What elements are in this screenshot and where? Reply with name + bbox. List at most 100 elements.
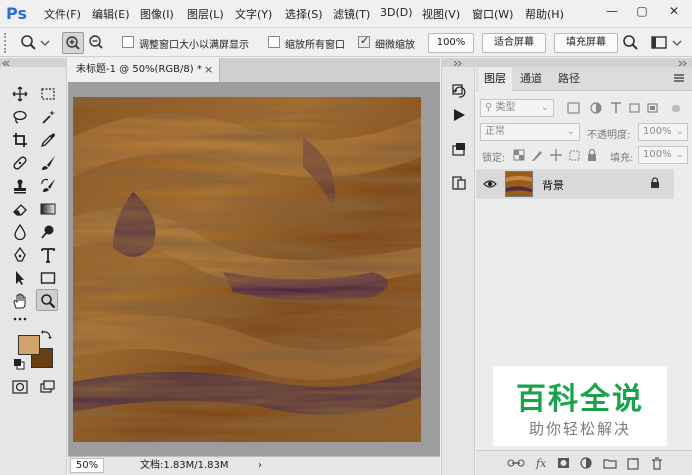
menu-layer[interactable]: 图层(L) xyxy=(187,6,224,22)
zoom-100-button[interactable]: 100% xyxy=(428,33,474,53)
quick-mask-icon[interactable] xyxy=(9,376,31,398)
status-bar: 50% 文档:1.83M/1.83M › xyxy=(68,456,440,475)
pen-tool-icon[interactable] xyxy=(9,244,31,266)
layer-filter-select[interactable]: ⚲ 类型 ⌄ xyxy=(480,99,554,117)
options-bar: 调整窗口大小以满屏显示 缩放所有窗口 细微缩放 100% 适合屏幕 填充屏幕 xyxy=(0,29,692,57)
workspace-icon[interactable] xyxy=(648,32,670,54)
menu-window[interactable]: 窗口(W) xyxy=(472,6,513,22)
properties-panel-icon[interactable] xyxy=(448,138,470,160)
blur-tool-icon[interactable] xyxy=(9,221,31,243)
fill-field[interactable]: 100% ⌄ xyxy=(638,146,688,164)
layers-bottom-bar: fx xyxy=(476,450,692,475)
tab-channels[interactable]: 通道 xyxy=(514,67,548,91)
menu-help[interactable]: 帮助(H) xyxy=(525,6,564,22)
marquee-tool-icon[interactable] xyxy=(37,83,59,105)
blend-mode-select[interactable]: 正常 ⌄ xyxy=(480,123,580,141)
menu-file[interactable]: 文件(F) xyxy=(44,6,81,22)
scrubby-zoom-label: 细微缩放 xyxy=(375,40,415,51)
fill-screen-button[interactable]: 填充屏幕 xyxy=(554,33,618,53)
tab-layers[interactable]: 图层 xyxy=(478,67,512,91)
document-tab[interactable]: 未标题-1 @ 50%(RGB/8) * × xyxy=(68,58,220,82)
fill-label: 填充: xyxy=(610,153,634,164)
lock-icons[interactable] xyxy=(512,147,602,163)
restore-button[interactable]: ▢ xyxy=(628,2,656,20)
watermark: 百科全说 助你轻松解决 xyxy=(493,366,667,446)
healing-brush-tool-icon[interactable] xyxy=(9,152,31,174)
opacity-label: 不透明度: xyxy=(587,130,631,141)
toolbox xyxy=(0,58,67,475)
chevron-down-icon[interactable] xyxy=(670,32,692,54)
menu-filter[interactable]: 滤镜(T) xyxy=(333,6,370,22)
menu-type[interactable]: 文字(Y) xyxy=(235,6,272,22)
foreground-color-swatch[interactable] xyxy=(18,335,40,355)
lock-icon xyxy=(649,177,661,192)
search-icon[interactable] xyxy=(620,32,642,54)
zoom-tool-preset-icon[interactable] xyxy=(18,32,40,54)
tab-paths[interactable]: 路径 xyxy=(552,67,586,91)
watermark-subtitle: 助你轻松解决 xyxy=(528,420,631,438)
layer-name: 背景 xyxy=(542,179,564,192)
eraser-tool-icon[interactable] xyxy=(9,198,31,220)
layers-panel-header[interactable] xyxy=(476,58,692,67)
rectangle-tool-icon[interactable] xyxy=(37,267,59,289)
status-menu-arrow[interactable]: › xyxy=(258,457,262,474)
menu-view[interactable]: 视图(V) xyxy=(422,6,460,22)
layer-panel-tabs: 图层 通道 路径 xyxy=(476,67,692,91)
panel-dock xyxy=(441,58,476,475)
layer-filter-value: 类型 xyxy=(495,102,516,113)
zoom-in-icon[interactable] xyxy=(62,32,84,54)
document-tab-title: 未标题-1 @ 50%(RGB/8) * xyxy=(76,64,202,75)
opacity-field[interactable]: 100% ⌄ xyxy=(638,123,688,141)
eye-icon[interactable] xyxy=(483,177,497,194)
menu-edit[interactable]: 编辑(E) xyxy=(92,6,130,22)
close-button[interactable]: ✕ xyxy=(660,2,688,20)
blend-mode-value: 正常 xyxy=(485,126,505,137)
path-selection-tool-icon[interactable] xyxy=(9,267,31,289)
fit-screen-button[interactable]: 适合屏幕 xyxy=(482,33,546,53)
menu-image[interactable]: 图像(I) xyxy=(140,6,174,22)
history-panel-icon[interactable] xyxy=(448,80,470,102)
close-tab-icon[interactable]: × xyxy=(204,58,213,82)
zoom-tool-icon[interactable] xyxy=(36,289,58,311)
move-tool-icon[interactable] xyxy=(9,83,31,105)
resize-windows-checkbox[interactable] xyxy=(122,36,134,48)
default-colors-icon[interactable] xyxy=(13,358,27,372)
clone-stamp-tool-icon[interactable] xyxy=(9,175,31,197)
zoom-out-icon[interactable] xyxy=(86,32,108,54)
layer-row[interactable]: 背景 xyxy=(476,169,674,199)
dock-header[interactable] xyxy=(442,58,476,67)
more-tools-icon[interactable] xyxy=(9,308,31,330)
menu-3d[interactable]: 3D(D) xyxy=(380,6,413,19)
document-area: 未标题-1 @ 50%(RGB/8) * × 50% 文档:1.83M/1.83… xyxy=(68,58,440,475)
actions-panel-icon[interactable] xyxy=(448,104,470,126)
screen-mode-icon[interactable] xyxy=(37,376,59,398)
toolbox-header[interactable] xyxy=(0,58,67,67)
watermark-title: 百科全说 xyxy=(516,382,644,417)
minimize-button[interactable]: — xyxy=(598,2,626,20)
type-tool-icon[interactable] xyxy=(37,244,59,266)
options-grip[interactable] xyxy=(4,33,10,53)
adjustment-panel-icon[interactable] xyxy=(448,172,470,194)
eyedropper-tool-icon[interactable] xyxy=(37,129,59,151)
lasso-tool-icon[interactable] xyxy=(9,106,31,128)
scrubby-zoom-checkbox[interactable] xyxy=(358,34,370,48)
crop-tool-icon[interactable] xyxy=(9,129,31,151)
dodge-tool-icon[interactable] xyxy=(37,221,59,243)
swap-colors-icon[interactable] xyxy=(40,328,56,344)
layer-thumbnail xyxy=(505,171,533,197)
canvas[interactable] xyxy=(73,97,421,442)
magic-wand-tool-icon[interactable] xyxy=(37,106,59,128)
history-brush-tool-icon[interactable] xyxy=(37,175,59,197)
link-layers-icon xyxy=(507,459,525,467)
zoom-level-field[interactable]: 50% xyxy=(70,458,104,473)
photoshop-logo: Ps xyxy=(6,4,27,23)
opacity-value: 100% xyxy=(643,126,672,137)
gradient-tool-icon[interactable] xyxy=(37,198,59,220)
brush-tool-icon[interactable] xyxy=(37,152,59,174)
menu-select[interactable]: 选择(S) xyxy=(285,6,323,22)
chevron-down-icon[interactable] xyxy=(38,32,60,54)
zoom-all-windows-checkbox[interactable] xyxy=(268,36,280,48)
lock-label: 锁定: xyxy=(482,153,506,164)
panel-menu-icon[interactable] xyxy=(672,71,686,88)
zoom-all-windows-label: 缩放所有窗口 xyxy=(285,40,345,51)
